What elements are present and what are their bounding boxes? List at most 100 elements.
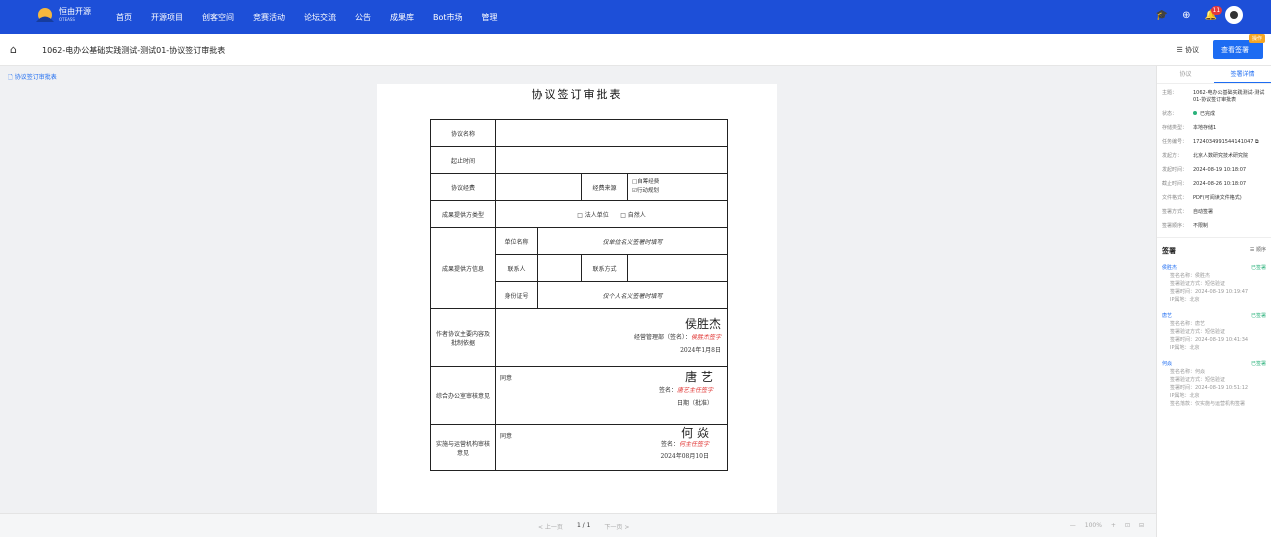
tab-signing-details[interactable]: 签署详情 (1214, 66, 1271, 83)
top-navbar: 恒由开源 OTEASS 首页 开源项目 创客空间 竞赛活动 论坛交流 公告 成果… (0, 0, 1271, 34)
provider-type-legal: □ 法人单位 (577, 211, 609, 219)
logo-name: 恒由开源 (59, 7, 91, 16)
signer-status: 已签署 (1250, 265, 1266, 271)
form-label-funds: 协议经费 (430, 173, 496, 201)
prev-page-button[interactable]: < 上一页 (538, 522, 563, 531)
copy-icon[interactable]: ⧉ (1255, 139, 1259, 145)
document-page: 协议签订审批表 协议名称 起止时间 协议经费 经费来源 □自筹经费 ☑行动规划 成果提… (377, 84, 777, 514)
info-row: 签署顺序： 不限制 (1162, 223, 1209, 229)
graduation-cap-icon[interactable]: 🎓 (1156, 10, 1168, 21)
nav-item-forum[interactable]: 论坛交流 (304, 12, 336, 23)
nav-item-home[interactable]: 首页 (116, 12, 132, 23)
contract-list-label: 协议 (1185, 45, 1199, 54)
form-label-provider-type: 成果提供方类型 (430, 200, 496, 228)
signature-stamp-3: 何主任签字 (678, 441, 709, 448)
avatar[interactable] (1225, 6, 1243, 24)
fit-page-icon[interactable]: ⊡ (1125, 522, 1130, 529)
form-label-contact-method: 联系方式 (581, 254, 628, 282)
plus-circle-icon[interactable]: ⊕ (1182, 10, 1190, 21)
form-title: 协议签订审批表 (531, 88, 623, 101)
signer-name[interactable]: 何焱 (1162, 360, 1172, 368)
sign-label-1: 经营管理部（签名）： (633, 334, 691, 341)
zoom-controls: — 100% + ⊡ ⊟ (1061, 522, 1144, 529)
right-sidebar: 协议 签署详情 主题： 1062-电办公基础实践测试-测试01-协议签订审批表 状… (1156, 66, 1271, 537)
signer-name[interactable]: 侯胜杰 (1162, 264, 1177, 272)
logo-subtitle: OTEASS (59, 17, 75, 22)
info-row: 发起时间： 2024-08-19 10:18:07 (1162, 167, 1247, 173)
form-label-contact: 联系人 (495, 254, 538, 282)
signer-item: 何焱 已签署 签名名称：何焱 签署验证方式：短信验证 签署时间：2024-08-1… (1162, 360, 1266, 407)
zoom-level: 100% (1084, 522, 1102, 529)
info-row: 存储类型： 本地存储1 (1162, 125, 1217, 131)
nav-item-bot-market[interactable]: Bot市场 (433, 12, 463, 23)
provider-type-natural: □ 自然人 (620, 211, 646, 219)
zoom-in-button[interactable]: + (1111, 522, 1116, 529)
sidebar-tabs: 协议 签署详情 (1157, 66, 1271, 84)
document-outline-link[interactable]: 🗋 协议签订审批表 (8, 72, 57, 83)
nav-item-notice[interactable]: 公告 (355, 12, 371, 23)
form-label-operator-review: 实施与运营机构审核意见 (430, 424, 496, 471)
contract-info: 主题： 1062-电办公基础实践测试-测试01-协议签订审批表 状态： 已完成 存储… (1157, 84, 1271, 230)
signer-status: 已签署 (1250, 313, 1266, 319)
main-menu: 首页 开源项目 创客空间 竞赛活动 论坛交流 公告 成果库 Bot市场 管理 (116, 0, 517, 34)
contract-list-button[interactable]: ☰ 协议 (1176, 45, 1199, 55)
sign-date-3: 2024年08月10日 (660, 453, 709, 460)
viewer-statusbar: < 上一页 1 / 1 下一页 > — 100% + ⊡ ⊟ (0, 513, 1156, 537)
info-row: 任务编号： 1724034991544141047 ⧉ (1162, 139, 1259, 145)
page-indicator: 1 / 1 (576, 522, 591, 529)
signer-name[interactable]: 唐艺 (1162, 312, 1172, 320)
view-signing-button[interactable]: 查看签署 操作 (1213, 34, 1265, 59)
form-label-id-number: 身份证号 (495, 281, 538, 309)
signature-name-1: 侯胜杰 (684, 317, 721, 331)
pager: < 上一页 1 / 1 下一页 > (538, 522, 643, 531)
status-dot-icon (1193, 111, 1197, 115)
next-page-button[interactable]: 下一页 > (604, 522, 629, 531)
signers-section: 签署 ☰ 顺序 侯胜杰 已签署 签名名称：侯胜杰 签署验证方式：短信验证 签署时间：… (1157, 237, 1271, 424)
form-label-provider-info: 成果提供方信息 (430, 227, 496, 309)
signature-name-3: 何 焱 (681, 426, 709, 440)
signature-name-2: 唐 艺 (685, 370, 713, 384)
status-text: 已完成 (1200, 111, 1216, 117)
form-label-office-review: 综合办公室审核意见 (430, 366, 496, 425)
form-label-fund-source: 经费来源 (581, 173, 628, 201)
signer-status: 已签署 (1250, 361, 1266, 367)
sign-date-1: 2024年1月8日 (680, 347, 721, 354)
form-label-name: 协议名称 (430, 119, 496, 147)
sign-label-2: 签名： (658, 387, 677, 394)
unit-name-hint: 仅单位名义签署时填写 (537, 227, 728, 255)
document-titlebar: ⌂ 1062-电办公基础实践测试-测试01-协议签订审批表 ☰ 协议 查看签署 … (0, 34, 1271, 66)
signature-stamp-1: 侯胜杰签字 (690, 334, 721, 341)
tab-contract[interactable]: 协议 (1157, 66, 1214, 83)
sort-order-button[interactable]: ☰ 顺序 (1250, 246, 1266, 256)
fund-option-plan: ☑行动规划 (632, 188, 659, 194)
sign-label-3: 签名： (660, 441, 679, 448)
view-signing-label: 查看签署 (1221, 46, 1249, 54)
nav-item-projects[interactable]: 开源项目 (151, 12, 183, 23)
form-label-unit-name: 单位名称 (495, 227, 538, 255)
approval-form-table: 协议名称 起止时间 协议经费 经费来源 □自筹经费 ☑行动规划 成果提供方类型 □ 法人… (430, 119, 728, 471)
signature-stamp-2: 唐艺主任签字 (676, 387, 713, 394)
form-label-content-basis: 作者协议主要内容及批制依据 (430, 308, 496, 367)
nav-item-maker[interactable]: 创客空间 (202, 12, 234, 23)
zoom-out-button[interactable]: — (1070, 522, 1076, 529)
info-row: 签署方式： 自动签署 (1162, 209, 1214, 215)
signers-title: 签署 (1162, 247, 1176, 255)
document-outline-label: 协议签订审批表 (14, 74, 57, 81)
operation-tag: 操作 (1248, 34, 1265, 43)
info-row: 截止时间： 2024-08-26 10:18:07 (1162, 181, 1247, 187)
nav-item-competition[interactable]: 竞赛活动 (253, 12, 285, 23)
logo[interactable]: 恒由开源 OTEASS (34, 7, 91, 25)
nav-item-results[interactable]: 成果库 (390, 12, 414, 23)
fund-option-self: □自筹经费 (632, 179, 660, 185)
info-row: 状态： 已完成 (1162, 111, 1216, 117)
bell-icon[interactable]: 🔔 11 (1205, 5, 1223, 21)
fit-width-icon[interactable]: ⊟ (1139, 522, 1144, 529)
document-viewer[interactable]: 协议签订审批表 协议名称 起止时间 协议经费 经费来源 □自筹经费 ☑行动规划 成果提… (0, 66, 1156, 537)
home-icon[interactable]: ⌂ (10, 43, 17, 56)
operator-opinion: 同意 (500, 433, 513, 440)
page-title: 1062-电办公基础实践测试-测试01-协议签订审批表 (42, 46, 226, 55)
info-row: 发起方： 北京人数研究技术研究院 (1162, 153, 1249, 159)
form-label-period: 起止时间 (430, 146, 496, 174)
nav-item-admin[interactable]: 管理 (482, 12, 498, 23)
info-row: 文件格式： PDF(可阅读文件格式) (1162, 195, 1242, 201)
